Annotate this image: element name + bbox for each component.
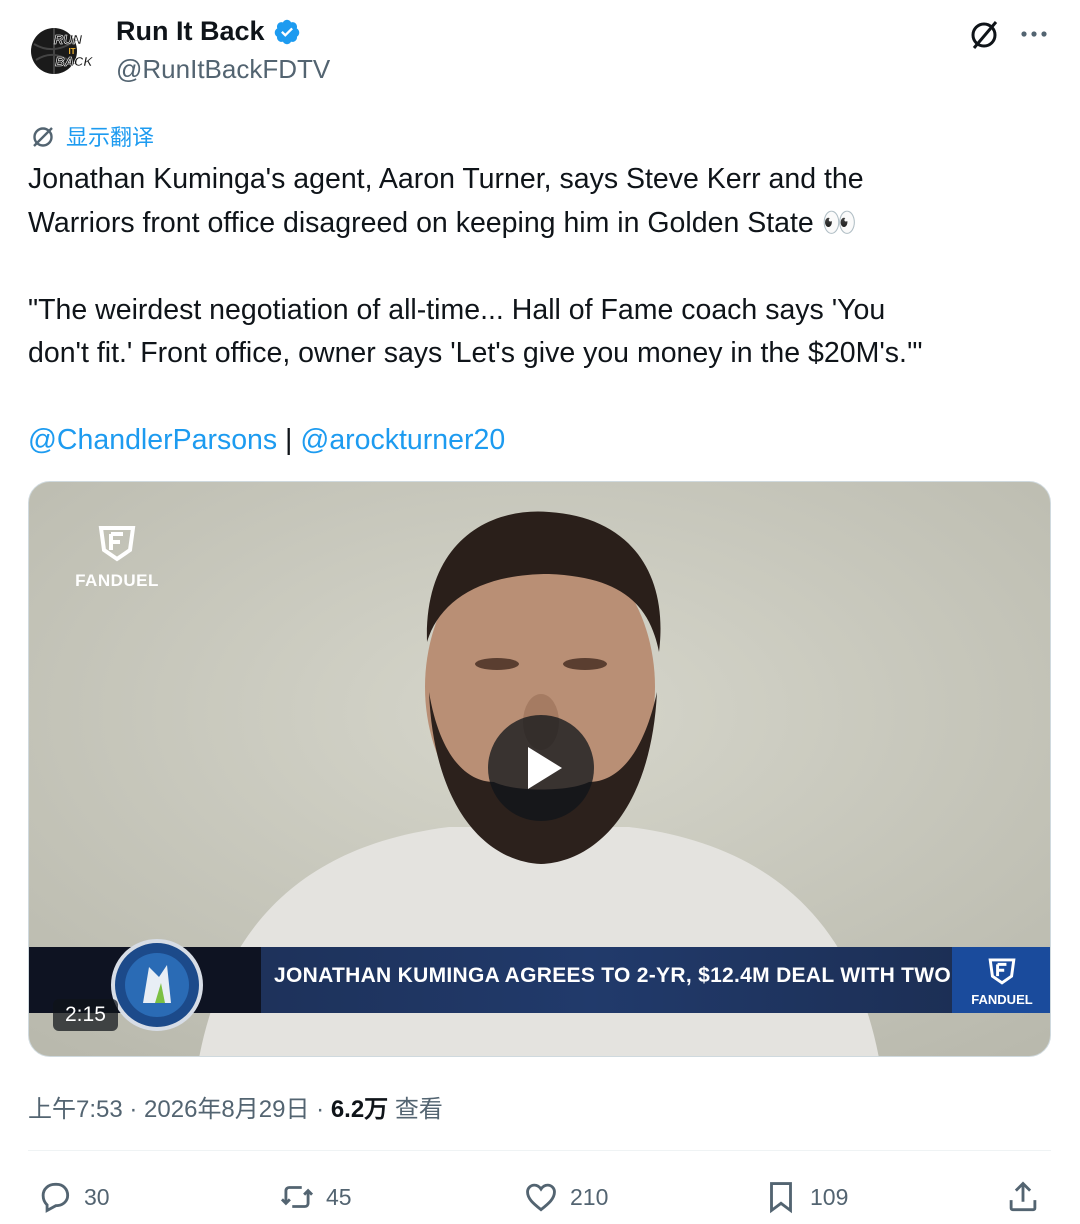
video-duration: 2:15 (53, 999, 118, 1031)
verified-badge-icon (274, 19, 299, 44)
bookmark-icon (770, 1182, 792, 1214)
more-icon[interactable] (1016, 16, 1052, 52)
translate-icon (33, 127, 53, 147)
display-name[interactable]: Run It Back (116, 16, 265, 47)
reply-icon (41, 1182, 70, 1213)
views-label: 查看 (388, 1096, 443, 1123)
mention-link[interactable]: @arockturner20 (300, 424, 505, 456)
bookmark-button[interactable]: 109 (762, 1178, 848, 1216)
mention-link[interactable]: @ChandlerParsons (28, 424, 277, 456)
grok-icon[interactable] (966, 16, 1002, 52)
tweet-line: "The weirdest negotiation of all-time...… (28, 293, 886, 326)
lower-third-brand: FANDUEL (952, 947, 1050, 1013)
translate-label[interactable]: 显示翻译 (66, 120, 154, 152)
author-name-row[interactable]: Run It Back (116, 16, 301, 47)
fanduel-watermark: FANDUEL (57, 524, 177, 591)
like-count: 210 (570, 1183, 609, 1210)
share-button[interactable] (1004, 1178, 1042, 1216)
like-button[interactable]: 210 (522, 1178, 608, 1216)
tweet-meta: 上午7:53 · 2026年8月29日 · 6.2万 查看 (28, 1089, 443, 1124)
tweet-line: Jonathan Kuminga's agent, Aaron Turner, … (28, 163, 864, 195)
meta-separator: · (122, 1096, 145, 1123)
play-button[interactable] (488, 715, 594, 821)
post-time[interactable]: 上午7:53 (28, 1096, 123, 1123)
tweet-line: don't fit.' Front office, owner says 'Le… (28, 337, 923, 369)
tweet-text: Jonathan Kuminga's agent, Aaron Turner, … (28, 158, 1038, 463)
bookmark-count: 109 (810, 1183, 849, 1210)
post-date[interactable]: 2026年8月29日 (144, 1096, 309, 1123)
tweet-header: RUN IT BACK Run It Back @RunItBackFDTV (0, 0, 1080, 110)
avatar[interactable]: RUN IT BACK (28, 26, 100, 76)
repost-button[interactable]: 45 (278, 1178, 352, 1216)
repost-count: 45 (326, 1183, 352, 1210)
tweet-line: Warriors front office disagreed on keepi… (28, 206, 858, 239)
play-icon (528, 747, 562, 789)
divider (28, 1150, 1051, 1151)
lower-third-headline: JONATHAN KUMINGA AGREES TO 2-YR, $12.4M … (274, 964, 1006, 987)
timberwolves-logo-icon (111, 939, 203, 1031)
news-lower-third: JONATHAN KUMINGA AGREES TO 2-YR, $12.4M … (29, 939, 1050, 1031)
svg-text:RUN: RUN (54, 32, 83, 47)
meta-separator: · (309, 1096, 331, 1123)
view-count: 6.2万 (330, 1096, 389, 1123)
repost-icon (280, 1186, 314, 1208)
mention-separator: | (277, 424, 301, 456)
mentions-line: @ChandlerParsons | @arockturner20 (28, 419, 1038, 463)
author-handle[interactable]: @RunItBackFDTV (116, 54, 330, 85)
share-icon (1009, 1181, 1037, 1212)
fanduel-label: FANDUEL (75, 571, 159, 590)
fanduel-shield-icon (988, 958, 1016, 985)
reply-count: 30 (84, 1183, 110, 1210)
fanduel-shield-icon (98, 526, 136, 562)
translate-link[interactable]: 显示翻译 (30, 120, 154, 152)
action-bar: 30 45 210 109 (0, 1168, 1080, 1224)
lower-third-brand-label: FANDUEL (971, 992, 1033, 1007)
heart-icon (526, 1183, 556, 1212)
video-player[interactable]: FANDUEL JONATHAN KUMINGA AGREES TO 2-YR,… (28, 481, 1051, 1057)
reply-button[interactable]: 30 (36, 1178, 110, 1216)
svg-text:BACK: BACK (55, 54, 94, 69)
